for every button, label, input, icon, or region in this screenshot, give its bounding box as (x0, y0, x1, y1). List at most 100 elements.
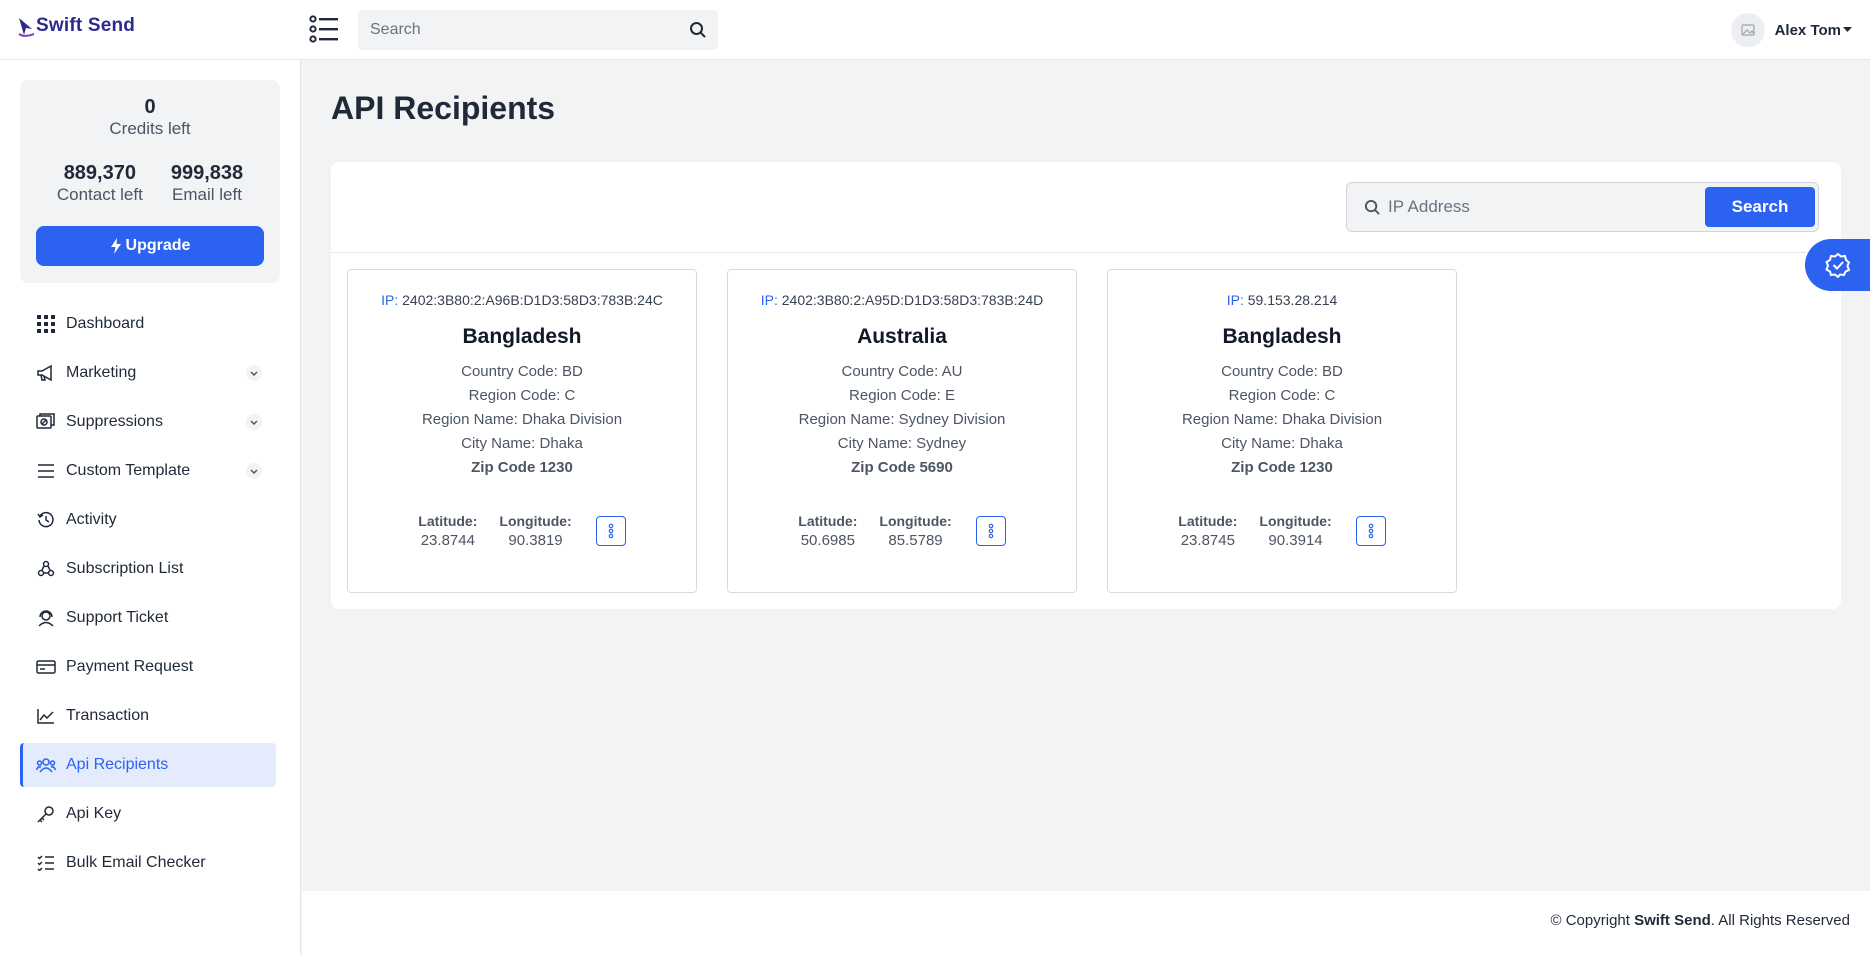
recipient-card: IP: 59.153.28.214 Bangladesh Country Cod… (1107, 269, 1457, 593)
longitude-label: Longitude: (499, 513, 572, 529)
sidebar-item-label: Payment Request (66, 658, 194, 675)
city-name: City Name: Dhaka (1221, 435, 1343, 452)
ip-line: IP: 2402:3B80:2:A96B:D1D3:58D3:783B:24C (348, 292, 696, 308)
longitude-value: 90.3819 (508, 532, 563, 549)
floating-verify-button[interactable] (1805, 239, 1870, 291)
upgrade-button[interactable]: Upgrade (36, 226, 264, 266)
longitude-label: Longitude: (879, 513, 952, 529)
app-logo[interactable]: Swift Send (18, 15, 135, 37)
more-options-button[interactable] (595, 516, 626, 546)
chart-icon (36, 706, 56, 726)
history-icon (36, 510, 56, 530)
sidebar-item-label: Custom Template (66, 462, 191, 479)
sidebar-item-support-ticket[interactable]: Support Ticket (20, 596, 276, 640)
sidebar-item-label: Suppressions (66, 413, 163, 430)
sidebar-item-bulk-email-checker[interactable]: Bulk Email Checker (20, 841, 276, 885)
chevron-down-icon (246, 365, 262, 381)
divider (331, 252, 1841, 253)
credits-card: 0 Credits left 889,370 Contact left 999,… (20, 80, 280, 283)
paper-plane-icon (18, 18, 34, 37)
user-menu[interactable]: Alex Tom (1730, 13, 1852, 47)
list-icon (36, 461, 56, 481)
longitude: Longitude: 90.3914 (1259, 513, 1331, 549)
more-options-button[interactable] (1355, 516, 1386, 546)
chevron-down-icon (246, 414, 262, 430)
recipient-cards: IP: 2402:3B80:2:A96B:D1D3:58D3:783B:24C … (347, 269, 1457, 593)
search-icon[interactable] (678, 10, 718, 50)
ip-search: Search (1346, 182, 1819, 232)
region-name: Region Name: Dhaka Division (421, 411, 623, 428)
sidebar-item-api-recipients[interactable]: Api Recipients (20, 743, 276, 787)
kebab-menu-icon (1368, 523, 1374, 539)
city-name: City Name: Sydney (837, 435, 967, 452)
sidebar-nav: Dashboard Marketing Suppressions Custom … (20, 302, 276, 890)
more-options-button[interactable] (975, 516, 1006, 546)
subscription-icon (36, 559, 56, 579)
app-name: Swift Send (36, 15, 136, 36)
megaphone-icon (36, 363, 56, 383)
longitude-value: 85.5789 (888, 532, 943, 549)
region-code: Region Code: E (849, 387, 955, 404)
zip-code: Zip Code 5690 (851, 459, 953, 476)
copyright-text: © Copyright Swift Send. All Rights Reser… (1551, 912, 1851, 929)
checklist-icon (36, 853, 56, 873)
sidebar-item-payment-request[interactable]: Payment Request (20, 645, 276, 689)
email-left-label: Email left (172, 185, 242, 204)
region-code: Region Code: C (1228, 387, 1336, 404)
region-name: Region Name: Dhaka Division (1181, 411, 1383, 428)
sidebar-item-marketing[interactable]: Marketing (20, 351, 276, 395)
longitude: Longitude: 85.5789 (879, 513, 951, 549)
sidebar: 0 Credits left 889,370 Contact left 999,… (0, 60, 301, 955)
sidebar-item-label: Transaction (66, 707, 149, 724)
sidebar-item-label: Marketing (66, 364, 137, 381)
zip-code: Zip Code 1230 (471, 459, 573, 476)
sidebar-item-api-key[interactable]: Api Key (20, 792, 276, 836)
sidebar-item-label: Api Key (66, 805, 122, 822)
ip-value: 2402:3B80:2:A95D:D1D3:58D3:783B:24D (781, 292, 1044, 308)
latitude: Latitude: 23.8744 (418, 513, 477, 549)
sidebar-item-dashboard[interactable]: Dashboard (20, 302, 276, 346)
zip-code: Zip Code 1230 (1231, 459, 1333, 476)
sidebar-item-label: Subscription List (66, 560, 184, 577)
country-name: Bangladesh (1222, 325, 1342, 348)
city-name: City Name: Dhaka (461, 435, 583, 452)
page-title: API Recipients (331, 90, 556, 126)
footer: © Copyright Swift Send. All Rights Reser… (302, 891, 1870, 955)
list-menu-icon (309, 15, 338, 43)
ip-address-input[interactable] (1388, 197, 1705, 217)
ip-label: IP: (381, 292, 399, 308)
recipients-panel: Search IP: 2402:3B80:2:A96B:D1D3:58D3:78… (331, 162, 1841, 609)
longitude-label: Longitude: (1259, 513, 1332, 529)
latitude: Latitude: 50.6985 (798, 513, 857, 549)
menu-toggle-button[interactable] (308, 14, 340, 44)
country-code: Country Code: BD (1221, 363, 1343, 380)
copyright-prefix: © Copyright (1550, 912, 1630, 929)
region-name: Region Name: Sydney Division (798, 411, 1006, 428)
region-code: Region Code: C (468, 387, 576, 404)
latitude-label: Latitude: (418, 513, 478, 529)
global-search-input[interactable] (358, 10, 678, 50)
sidebar-item-label: Activity (66, 511, 117, 528)
chevron-down-icon (246, 463, 262, 479)
country-name: Australia (857, 325, 947, 348)
caret-down-icon (1843, 27, 1852, 32)
sidebar-item-custom-template[interactable]: Custom Template (20, 449, 276, 493)
copyright-suffix: . All Rights Reserved (1710, 912, 1850, 929)
longitude: Longitude: 90.3819 (499, 513, 571, 549)
latitude-label: Latitude: (798, 513, 858, 529)
sidebar-item-transaction[interactable]: Transaction (20, 694, 276, 738)
kebab-menu-icon (608, 523, 614, 539)
global-search (358, 10, 718, 50)
badge-check-icon (1824, 252, 1850, 278)
search-icon (1356, 199, 1388, 216)
country-name: Bangladesh (462, 325, 582, 348)
contact-left-value: 889,370 (63, 162, 136, 184)
sidebar-item-activity[interactable]: Activity (20, 498, 276, 542)
search-button[interactable]: Search (1705, 187, 1815, 227)
latitude-value: 50.6985 (800, 532, 855, 549)
grid-icon (36, 314, 56, 334)
upgrade-label: Upgrade (125, 237, 191, 254)
ip-line: IP: 59.153.28.214 (1108, 292, 1456, 308)
sidebar-item-subscription-list[interactable]: Subscription List (20, 547, 276, 591)
sidebar-item-suppressions[interactable]: Suppressions (20, 400, 276, 444)
